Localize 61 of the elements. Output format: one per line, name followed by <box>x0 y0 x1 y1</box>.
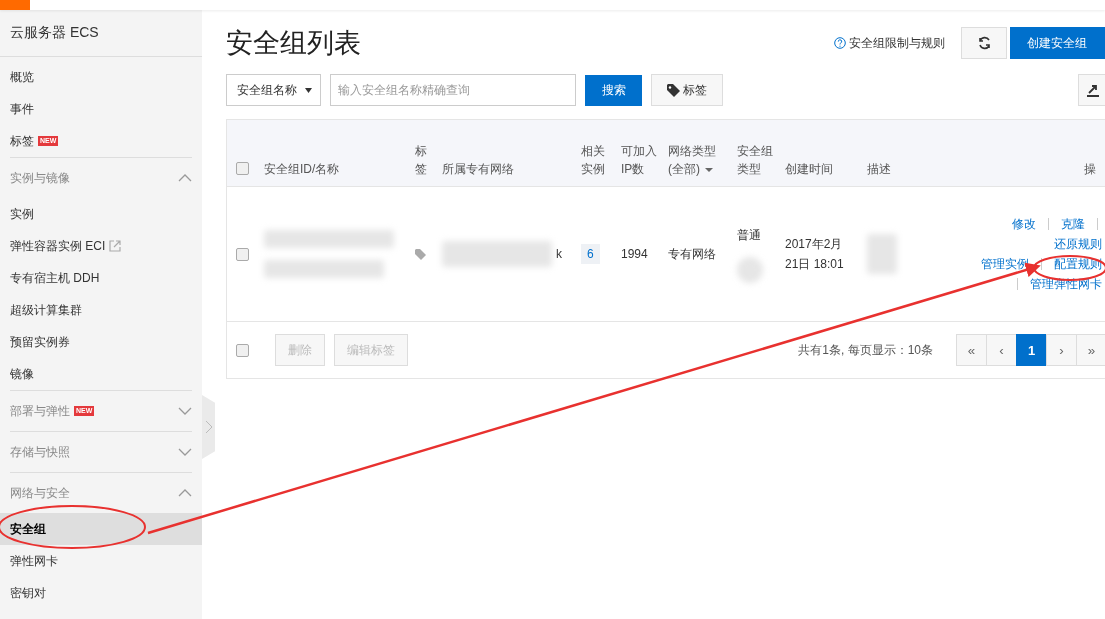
chevron-down-icon <box>178 448 192 456</box>
chevron-up-icon <box>178 489 192 497</box>
column-header[interactable]: 相关实例 <box>581 142 621 178</box>
column-header[interactable]: 安全组ID/名称 <box>264 160 415 178</box>
action-link[interactable]: 还原规则 <box>1054 235 1102 253</box>
create-button[interactable]: 创建安全组 <box>1010 27 1105 59</box>
search-button[interactable]: 搜索 <box>585 74 642 106</box>
sidebar-item[interactable]: 弹性容器实例 ECI <box>0 230 202 262</box>
page-button[interactable]: « <box>956 334 986 366</box>
checkbox[interactable] <box>236 162 249 175</box>
search-field[interactable]: 输入安全组名称精确查询 <box>330 74 576 106</box>
action-link[interactable]: 克隆 <box>1061 215 1085 233</box>
sidebar-item[interactable]: 概览 <box>0 61 202 93</box>
sidebar-item[interactable]: 专有宿主机 DDH <box>0 262 202 294</box>
column-header[interactable]: 操 <box>1084 160 1105 178</box>
help-link[interactable]: 安全组限制与规则 <box>834 34 945 52</box>
sidebar-item[interactable]: 镜像 <box>0 358 202 390</box>
column-header[interactable]: 安全组类型 <box>737 142 785 178</box>
refresh-icon <box>977 36 991 50</box>
sidebar-item[interactable]: 事件 <box>0 93 202 125</box>
tag-icon <box>415 248 426 260</box>
chevron-down-icon <box>178 407 192 415</box>
column-header[interactable]: 可加入IP数 <box>621 142 668 178</box>
column-header[interactable]: 描述 <box>867 160 1046 178</box>
pagination-summary: 共有1条, 每页显示：10条 <box>798 341 933 359</box>
page-title: 安全组列表 <box>226 27 361 60</box>
column-header[interactable]: 创建时间 <box>785 160 867 178</box>
sidebar-item[interactable]: 预留实例券 <box>0 326 202 358</box>
export-button[interactable] <box>1078 74 1105 106</box>
sidebar-item[interactable]: 实例 <box>0 198 202 230</box>
checkbox[interactable] <box>236 247 249 261</box>
checkbox[interactable] <box>236 343 249 357</box>
column-header[interactable]: 网络类型(全部) <box>668 142 737 178</box>
instance-count-link[interactable]: 6 <box>581 244 600 264</box>
action-link[interactable]: 修改 <box>1012 215 1036 233</box>
dropdown-caret-icon <box>305 87 312 93</box>
refresh-button[interactable] <box>961 27 1007 59</box>
tag-icon <box>667 83 680 97</box>
table-cell-text: k <box>556 246 562 263</box>
page-button[interactable]: 1 <box>1016 334 1046 366</box>
table-cell-text: 专有网络 <box>668 246 716 263</box>
redacted-text <box>737 257 763 283</box>
chevron-up-icon <box>178 174 192 182</box>
column-header[interactable]: 标签 <box>415 142 442 178</box>
sidebar-title: 云服务器 ECS <box>0 10 202 57</box>
help-icon <box>834 37 846 49</box>
table-cell-text: 1994 <box>621 246 648 263</box>
export-icon <box>1086 83 1100 97</box>
sidebar-item[interactable]: 安全组 <box>0 513 202 545</box>
page-button[interactable]: ‹ <box>986 334 1016 366</box>
sidebar-item[interactable]: 弹性网卡 <box>0 545 202 577</box>
tag-button[interactable]: 标签 <box>651 74 723 106</box>
logo-block <box>0 0 30 10</box>
column-header[interactable]: 所属专有网络 <box>442 160 581 178</box>
sidebar-item[interactable]: 超级计算集群 <box>0 294 202 326</box>
page-button[interactable]: › <box>1046 334 1076 366</box>
sidebar-item[interactable]: 密钥对 <box>0 577 202 609</box>
table-cell-text: 2017年2月21日 18:01 <box>785 236 845 273</box>
page-button[interactable]: » <box>1076 334 1105 366</box>
field-select[interactable]: 安全组名称 <box>226 74 321 106</box>
table-cell-text: 普通 <box>737 227 761 244</box>
